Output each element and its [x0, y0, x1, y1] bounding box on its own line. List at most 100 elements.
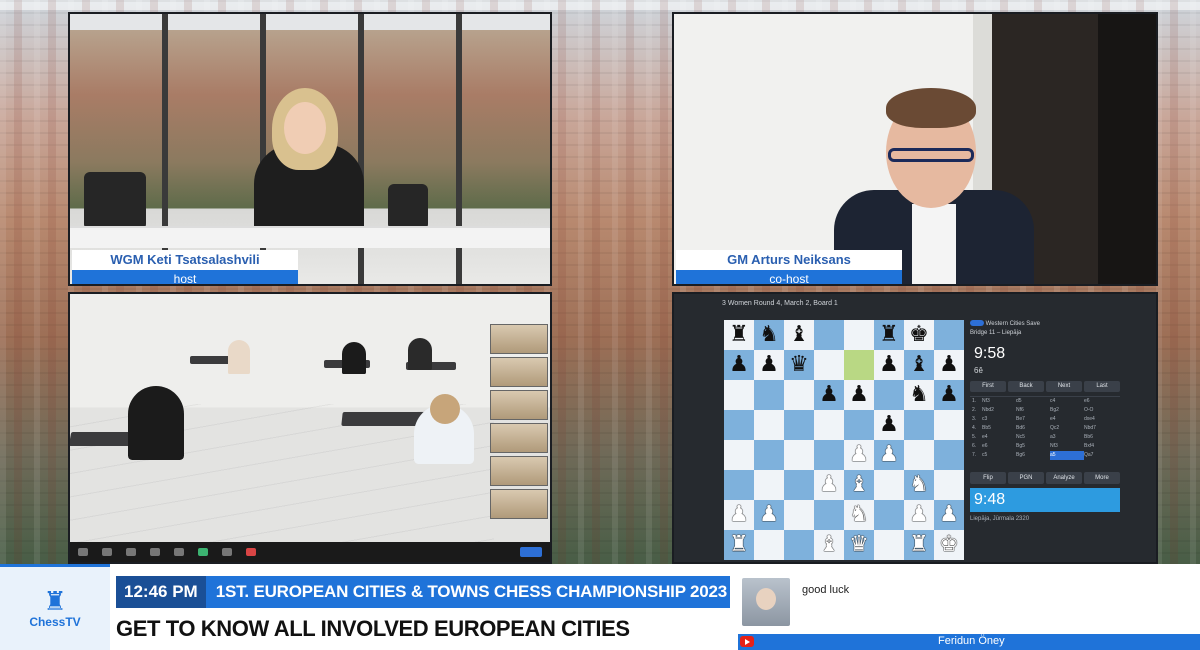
board-square[interactable] [934, 410, 964, 440]
move-cell[interactable]: Bxf4 [1084, 442, 1118, 451]
board-square[interactable] [874, 530, 904, 560]
black-pawn-icon[interactable]: ♟ [819, 384, 839, 406]
board-square[interactable]: ♟ [934, 380, 964, 410]
white-pawn-icon[interactable]: ♟ [759, 504, 779, 526]
black-knight-icon[interactable]: ♞ [759, 324, 779, 346]
board-square[interactable]: ♝ [784, 320, 814, 350]
last-move-button[interactable]: Last [1084, 381, 1120, 392]
black-pawn-icon[interactable]: ♟ [729, 354, 749, 376]
board-square[interactable]: ♟ [754, 500, 784, 530]
move-cell[interactable]: Nf3 [1050, 442, 1084, 451]
board-square[interactable]: ♚ [934, 530, 964, 560]
white-pawn-icon[interactable]: ♟ [819, 474, 839, 496]
record-icon[interactable] [222, 548, 232, 556]
board-square[interactable] [934, 440, 964, 470]
white-rook-icon[interactable]: ♜ [909, 534, 929, 556]
move-cell[interactable]: c5 [982, 451, 1016, 460]
end-meeting-button[interactable] [520, 547, 542, 557]
black-knight-icon[interactable]: ♞ [909, 384, 929, 406]
board-square[interactable] [784, 410, 814, 440]
move-cell[interactable]: c4 [1050, 397, 1084, 406]
move-cell[interactable]: e4 [982, 433, 1016, 442]
board-square[interactable] [904, 410, 934, 440]
board-square[interactable]: ♟ [724, 500, 754, 530]
white-bishop-icon[interactable]: ♝ [849, 474, 869, 496]
board-square[interactable] [844, 350, 874, 380]
board-square[interactable]: ♛ [784, 350, 814, 380]
white-king-icon[interactable]: ♚ [939, 534, 959, 556]
move-cell[interactable]: Bb6 [1084, 433, 1118, 442]
black-pawn-icon[interactable]: ♟ [939, 354, 959, 376]
move-cell[interactable]: O-O [1084, 406, 1118, 415]
board-square[interactable] [754, 470, 784, 500]
board-square[interactable] [874, 470, 904, 500]
move-cell[interactable]: a3 [1050, 433, 1084, 442]
board-square[interactable] [934, 320, 964, 350]
black-pawn-icon[interactable]: ♟ [759, 354, 779, 376]
black-pawn-icon[interactable]: ♟ [939, 384, 959, 406]
board-square[interactable]: ♝ [844, 470, 874, 500]
black-pawn-icon[interactable]: ♟ [879, 414, 899, 436]
mute-icon[interactable] [78, 548, 88, 556]
board-square[interactable] [754, 380, 784, 410]
move-row[interactable]: 7. c5 Bg6 a5 Qa7 [970, 451, 1120, 460]
move-cell[interactable]: Qc2 [1050, 424, 1084, 433]
more-button[interactable]: More [1084, 472, 1120, 484]
black-pawn-icon[interactable]: ♟ [849, 384, 869, 406]
participant-thumbnail[interactable] [490, 390, 548, 420]
board-square[interactable]: ♛ [844, 530, 874, 560]
white-pawn-icon[interactable]: ♟ [909, 504, 929, 526]
first-move-button[interactable]: First [970, 381, 1006, 392]
white-queen-icon[interactable]: ♛ [849, 534, 869, 556]
move-cell[interactable]: e6 [982, 442, 1016, 451]
board-square[interactable] [844, 410, 874, 440]
board-square[interactable] [814, 320, 844, 350]
video-icon[interactable] [102, 548, 112, 556]
board-square[interactable]: ♜ [724, 320, 754, 350]
board-square[interactable]: ♞ [904, 470, 934, 500]
back-move-button[interactable]: Back [1008, 381, 1044, 392]
move-cell[interactable]: Bg6 [1016, 451, 1050, 460]
board-square[interactable] [784, 380, 814, 410]
board-square[interactable] [784, 500, 814, 530]
board-square[interactable]: ♟ [844, 440, 874, 470]
board-square[interactable] [814, 410, 844, 440]
board-square[interactable] [784, 470, 814, 500]
black-king-icon[interactable]: ♚ [909, 324, 929, 346]
reactions-icon[interactable] [246, 548, 256, 556]
white-rook-icon[interactable]: ♜ [729, 534, 749, 556]
move-row[interactable]: 2. Nbd2 Nf6 Bg2 O-O [970, 406, 1120, 415]
board-square[interactable] [754, 530, 784, 560]
move-cell[interactable]: Nf3 [982, 397, 1016, 406]
black-bishop-icon[interactable]: ♝ [789, 324, 809, 346]
move-cell[interactable]: Nbd2 [982, 406, 1016, 415]
board-square[interactable]: ♟ [844, 380, 874, 410]
board-square[interactable]: ♟ [874, 410, 904, 440]
move-row[interactable]: 5. e4 Nc5 a3 Bb6 [970, 433, 1120, 442]
security-icon[interactable] [126, 548, 136, 556]
board-square[interactable]: ♚ [904, 320, 934, 350]
analyze-button[interactable]: Analyze [1046, 472, 1082, 484]
move-cell[interactable]: dxe4 [1084, 415, 1118, 424]
board-square[interactable]: ♟ [934, 500, 964, 530]
participant-thumbnail[interactable] [490, 324, 548, 354]
move-cell[interactable]: Bg2 [1050, 406, 1084, 415]
board-square[interactable]: ♞ [904, 380, 934, 410]
board-square[interactable] [784, 530, 814, 560]
board-square[interactable]: ♟ [934, 350, 964, 380]
move-cell[interactable]: e6 [1084, 397, 1118, 406]
white-pawn-icon[interactable]: ♟ [879, 444, 899, 466]
move-cell[interactable]: Bb5 [982, 424, 1016, 433]
black-queen-icon[interactable]: ♛ [789, 354, 809, 376]
move-cell[interactable]: Nbd7 [1084, 424, 1118, 433]
board-square[interactable] [724, 380, 754, 410]
board-square[interactable]: ♜ [874, 320, 904, 350]
board-square[interactable] [754, 410, 784, 440]
white-knight-icon[interactable]: ♞ [849, 504, 869, 526]
move-row[interactable]: 3. c3 Be7 e4 dxe4 [970, 415, 1120, 424]
participants-icon[interactable] [150, 548, 160, 556]
next-move-button[interactable]: Next [1046, 381, 1082, 392]
white-pawn-icon[interactable]: ♟ [849, 444, 869, 466]
white-pawn-icon[interactable]: ♟ [939, 504, 959, 526]
chess-board[interactable]: ♜ ♞ ♝ ♜ ♚ ♟ ♟ ♛ ♟ ♝ ♟ ♟ ♟ ♞ ♟ ♟ ♟ ♟ ♟ ♝ ♞ ♟ ♟ ♞ ♟ ♟ ♜ ♝ ♛ ♜ ♚ [724, 320, 964, 560]
